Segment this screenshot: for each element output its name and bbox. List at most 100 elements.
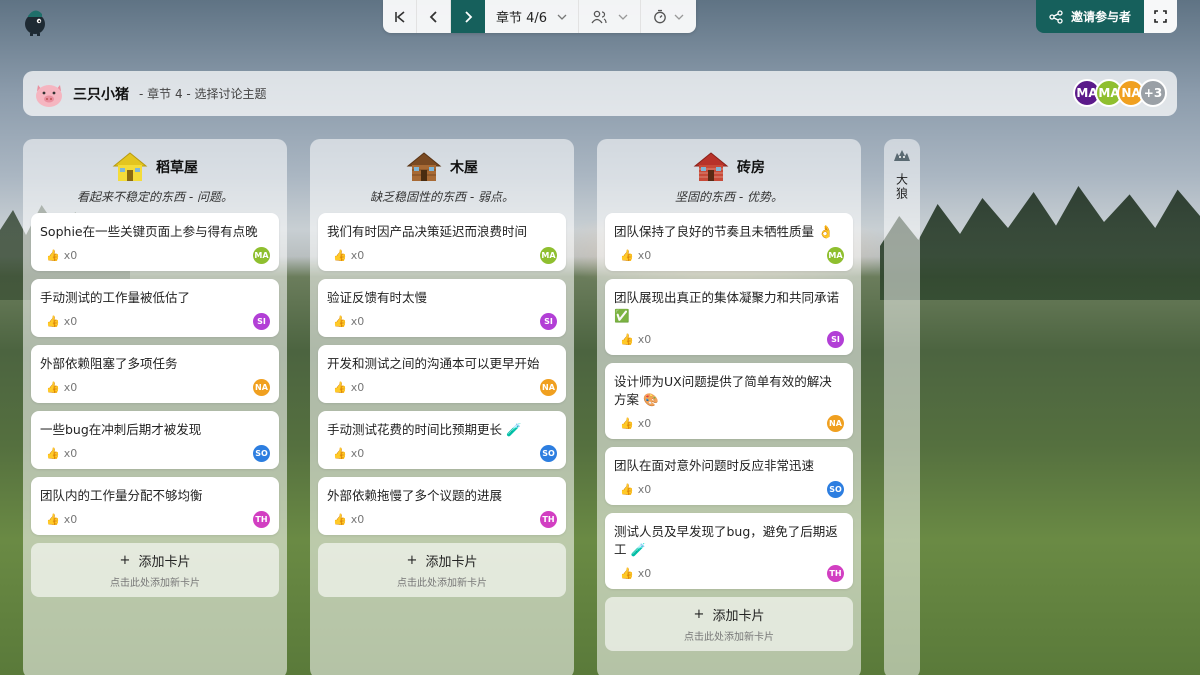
card-text: Sophie在一些关键页面上参与得有点晚 — [40, 224, 258, 239]
invite-label: 邀请参与者 — [1070, 10, 1131, 24]
like-count: x0 — [350, 446, 365, 460]
card-author-avatar: TH — [253, 510, 270, 528]
card[interactable]: 团队展现出真正的集体凝聚力和共同承诺 ✅ 👍 x0 SI — [605, 279, 853, 355]
column-title: 稻草屋 — [156, 159, 198, 176]
like-count: x0 — [63, 446, 78, 460]
board-header: 三只小猪 - 章节 4 - 选择讨论主题 MA MA NA +3 — [23, 71, 1177, 116]
card[interactable]: 团队保持了良好的节奏且未牺牲质量 👌 👍 x0 MA — [605, 213, 853, 271]
timer-dropdown[interactable] — [641, 0, 696, 33]
card-text: 外部依赖阻塞了多项任务 — [40, 356, 178, 371]
thumbs-up-icon: 👍 — [620, 566, 634, 580]
card-text: 团队保持了良好的节奏且未牺牲质量 👌 — [614, 224, 834, 239]
chevron-down-icon — [674, 14, 684, 20]
card-text: 手动测试花费的时间比预期更长 🧪 — [327, 422, 522, 437]
card[interactable]: 团队在面对意外问题时反应非常迅速 👍 x0 SO — [605, 447, 853, 505]
like-button[interactable]: 👍 x0 — [327, 315, 364, 328]
like-button[interactable]: 👍 x0 — [327, 447, 364, 460]
card-text: 团队内的工作量分配不够均衡 — [40, 488, 203, 503]
like-button[interactable]: 👍 x0 — [40, 447, 77, 460]
like-button[interactable]: 👍 x0 — [40, 315, 77, 328]
card-author-avatar: TH — [540, 510, 557, 528]
thumbs-up-icon: 👍 — [333, 314, 347, 328]
chevron-left-icon — [429, 10, 437, 23]
participants-dropdown[interactable] — [579, 0, 641, 33]
like-count: x0 — [350, 314, 365, 328]
column-big-wolf[interactable]: 大狼 — [884, 139, 920, 675]
thumbs-up-icon: 👍 — [46, 248, 60, 262]
brick-house-icon — [693, 151, 729, 181]
card[interactable]: 测试人员及早发现了bug，避免了后期返工 🧪 👍 x0 TH — [605, 513, 853, 589]
card[interactable]: 设计师为UX问题提供了简单有效的解决方案 🎨 👍 x0 NA — [605, 363, 853, 439]
card[interactable]: 手动测试花费的时间比预期更长 🧪 👍 x0 SO — [318, 411, 566, 469]
invite-participants-button[interactable]: 邀请参与者 — [1036, 0, 1144, 33]
share-icon — [1049, 9, 1063, 24]
card-author-avatar: NA — [540, 378, 557, 396]
card-author-avatar: MA — [253, 246, 270, 264]
card-author-avatar: SI — [827, 330, 844, 348]
card-text: 设计师为UX问题提供了简单有效的解决方案 🎨 — [614, 374, 832, 407]
thumbs-up-icon: 👍 — [333, 380, 347, 394]
like-button[interactable]: 👍 x0 — [40, 381, 77, 394]
card-text: 开发和测试之间的沟通本可以更早开始 — [327, 356, 540, 371]
like-button[interactable]: 👍 x0 — [327, 249, 364, 262]
app-logo-icon[interactable] — [22, 6, 48, 36]
chapter-select[interactable]: 章节 4/6 — [485, 0, 579, 33]
add-card-hint: 点击此处添加新卡片 — [110, 578, 200, 589]
chapter-label: 章节 4/6 — [496, 11, 548, 26]
more-avatars-badge[interactable]: +3 — [1139, 79, 1167, 107]
column-description: 缺乏稳固性的东西 - 弱点。 — [370, 190, 514, 204]
add-card-button[interactable]: + 添加卡片 点击此处添加新卡片 — [31, 543, 279, 597]
like-button[interactable]: 👍 x0 — [327, 381, 364, 394]
skip-first-icon — [394, 10, 405, 23]
like-button[interactable]: 👍 x0 — [614, 483, 651, 496]
participant-avatars[interactable]: MA MA NA +3 — [1073, 79, 1167, 107]
like-button[interactable]: 👍 x0 — [614, 417, 651, 430]
add-card-label: 添加卡片 — [712, 609, 765, 624]
first-chapter-button[interactable] — [383, 0, 417, 33]
prev-chapter-button[interactable] — [417, 0, 451, 33]
timer-icon — [654, 9, 666, 24]
plus-icon: + — [693, 607, 705, 622]
card[interactable]: 外部依赖阻塞了多项任务 👍 x0 NA — [31, 345, 279, 403]
add-card-hint: 点击此处添加新卡片 — [397, 578, 487, 589]
like-button[interactable]: 👍 x0 — [327, 513, 364, 526]
thumbs-up-icon: 👍 — [620, 332, 634, 346]
fullscreen-button[interactable] — [1144, 0, 1177, 33]
users-icon — [591, 10, 607, 23]
like-button[interactable]: 👍 x0 — [40, 249, 77, 262]
chevron-down-icon — [618, 14, 628, 20]
card[interactable]: 验证反馈有时太慢 👍 x0 SI — [318, 279, 566, 337]
card[interactable]: 一些bug在冲刺后期才被发现 👍 x0 SO — [31, 411, 279, 469]
side-column-label: 大狼 — [894, 173, 909, 201]
like-button[interactable]: 👍 x0 — [40, 513, 77, 526]
card-text: 我们有时因产品决策延迟而浪费时间 — [327, 224, 528, 239]
card-author-avatar: SO — [540, 444, 557, 462]
like-count: x0 — [63, 512, 78, 526]
card[interactable]: 团队内的工作量分配不够均衡 👍 x0 TH — [31, 477, 279, 535]
like-button[interactable]: 👍 x0 — [614, 567, 651, 580]
wolf-icon — [894, 150, 910, 161]
add-card-label: 添加卡片 — [425, 555, 478, 570]
card[interactable]: Sophie在一些关键页面上参与得有点晚 👍 x0 MA — [31, 213, 279, 271]
add-card-button[interactable]: + 添加卡片 点击此处添加新卡片 — [605, 597, 853, 651]
card-author-avatar: MA — [540, 246, 557, 264]
next-chapter-button[interactable] — [451, 0, 485, 33]
card[interactable]: 外部依赖拖慢了多个议题的进展 👍 x0 TH — [318, 477, 566, 535]
scenery-trees-right — [880, 186, 1200, 300]
card[interactable]: 我们有时因产品决策延迟而浪费时间 👍 x0 MA — [318, 213, 566, 271]
card[interactable]: 手动测试的工作量被低估了 👍 x0 SI — [31, 279, 279, 337]
add-card-button[interactable]: + 添加卡片 点击此处添加新卡片 — [318, 543, 566, 597]
card[interactable]: 开发和测试之间的沟通本可以更早开始 👍 x0 NA — [318, 345, 566, 403]
chapter-toolbar: 章节 4/6 — [383, 0, 696, 33]
like-button[interactable]: 👍 x0 — [614, 333, 651, 346]
card-author-avatar: MA — [827, 246, 844, 264]
thumbs-up-icon: 👍 — [46, 380, 60, 394]
fullscreen-icon — [1154, 10, 1167, 23]
plus-icon: + — [406, 553, 418, 568]
board-title: 三只小猪 — [73, 86, 129, 103]
like-button[interactable]: 👍 x0 — [614, 249, 651, 262]
like-count: x0 — [637, 332, 652, 346]
card-text: 团队在面对意外问题时反应非常迅速 — [614, 458, 815, 473]
card-text: 验证反馈有时太慢 — [327, 290, 428, 305]
like-count: x0 — [63, 248, 78, 262]
